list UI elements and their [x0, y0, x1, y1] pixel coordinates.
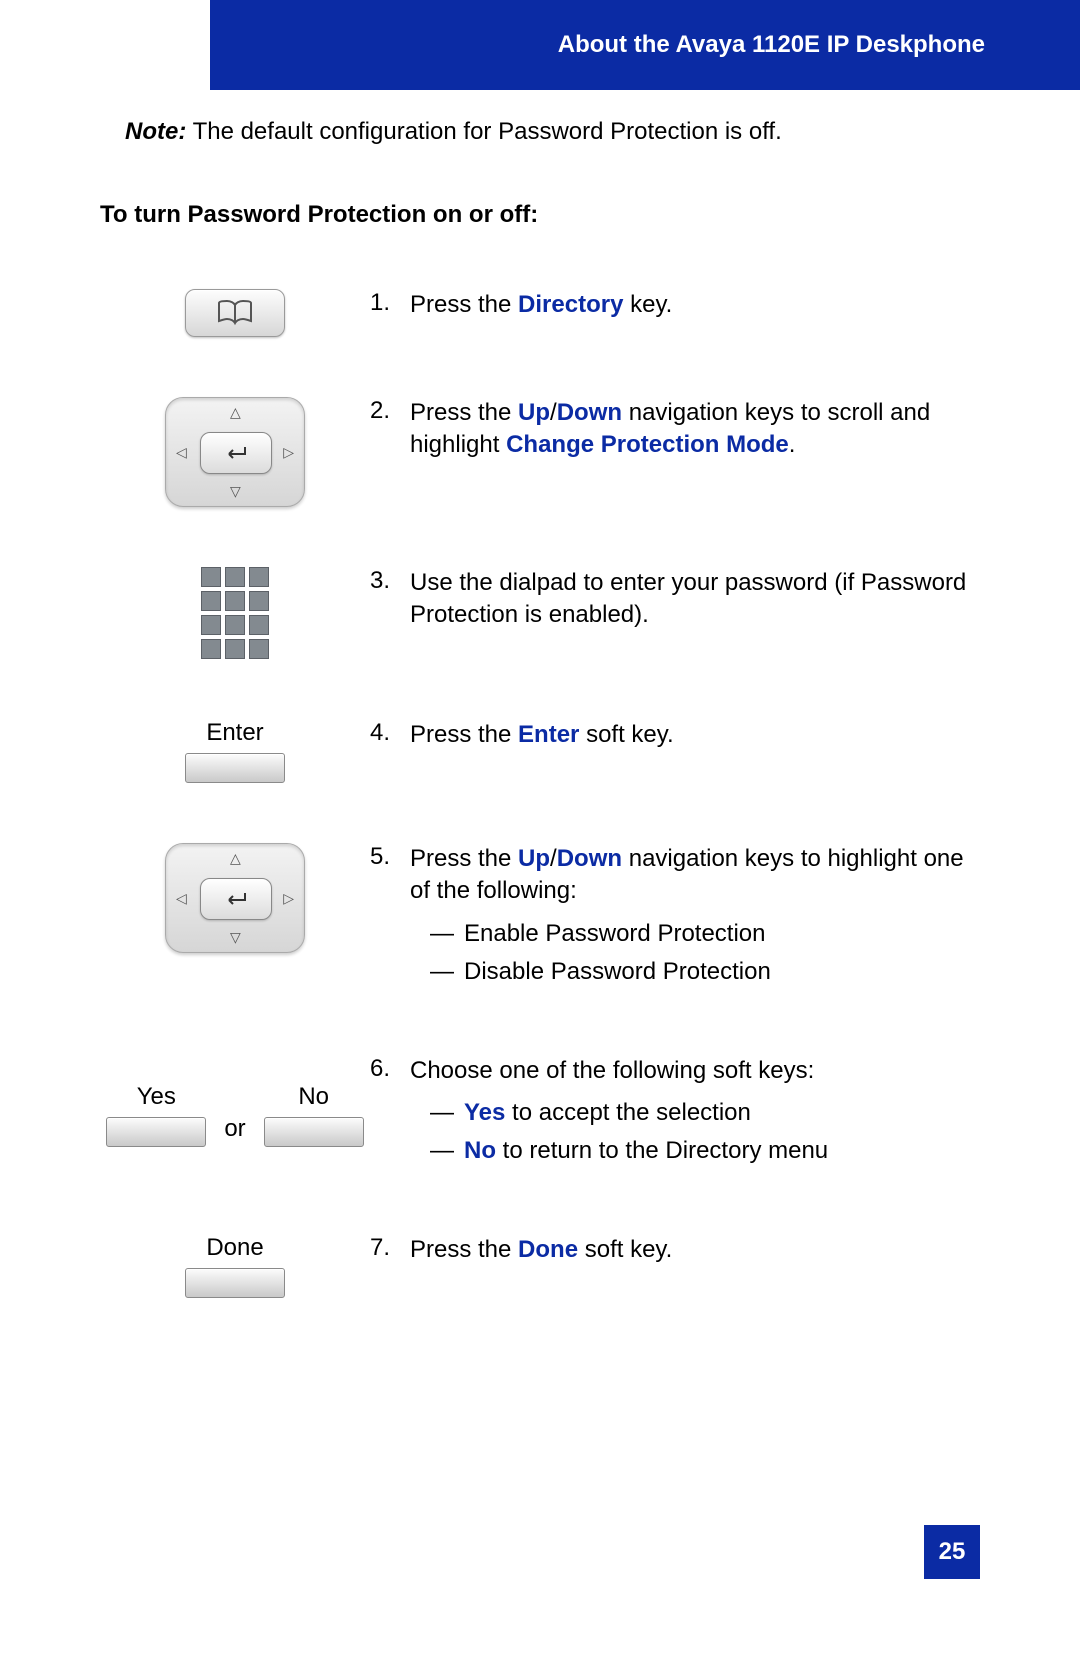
text-frag: to accept the selection	[505, 1099, 750, 1126]
text-frag: Press the	[410, 399, 518, 426]
keyword-enter: Enter	[518, 721, 579, 748]
steps-list: 1. Press the Directory key. △ ▽ ◁ ▷ 2.	[100, 289, 980, 1298]
or-text: or	[224, 1115, 245, 1147]
directory-key-icon	[185, 289, 285, 337]
step-7: Done 7. Press the Done soft key.	[100, 1234, 980, 1298]
keyword-no: No	[464, 1137, 496, 1164]
text-frag: /	[550, 845, 557, 872]
text-frag: /	[550, 399, 557, 426]
step-number: 3.	[370, 567, 410, 595]
step-1: 1. Press the Directory key.	[100, 289, 980, 337]
step-text: Press the Enter soft key.	[410, 719, 980, 751]
nav-pad-icon: △ ▽ ◁ ▷	[165, 843, 305, 953]
option-enable: —Enable Password Protection	[430, 918, 980, 950]
dash: —	[430, 918, 464, 950]
step-text: Choose one of the following soft keys: —…	[410, 1055, 980, 1174]
text-frag: soft key.	[579, 721, 673, 748]
keyword-down: Down	[557, 399, 622, 426]
softkey-button-icon	[185, 753, 285, 783]
nav-down-icon: ▽	[230, 929, 241, 946]
text-frag: Choose one of the following soft keys:	[410, 1057, 814, 1084]
nav-right-icon: ▷	[283, 890, 294, 907]
text-frag: to return to the Directory menu	[496, 1137, 828, 1164]
nav-enter-icon	[200, 878, 272, 920]
dash: —	[430, 1135, 464, 1167]
step-5: △ ▽ ◁ ▷ 5. Press the Up/Down navigation …	[100, 843, 980, 995]
nav-up-icon: △	[230, 404, 241, 421]
step-3: 3. Use the dialpad to enter your passwor…	[100, 567, 980, 659]
keyword-directory: Directory	[518, 291, 623, 318]
step-number: 1.	[370, 289, 410, 317]
text-frag: soft key.	[578, 1236, 672, 1263]
header-bar: About the Avaya 1120E IP Deskphone	[210, 0, 1080, 90]
text-frag: Press the	[410, 845, 518, 872]
option-disable: —Disable Password Protection	[430, 956, 980, 988]
dialpad-icon	[201, 567, 269, 659]
option-no: —No to return to the Directory menu	[430, 1135, 980, 1167]
nav-pad-icon: △ ▽ ◁ ▷	[165, 397, 305, 507]
step-number: 2.	[370, 397, 410, 425]
text-frag: Press the	[410, 721, 518, 748]
step-text: Press the Directory key.	[410, 289, 980, 321]
dash: —	[430, 1097, 464, 1129]
text-frag: Press the	[410, 291, 518, 318]
step-text: Press the Up/Down navigation keys to scr…	[410, 397, 980, 462]
step-6: Yes or No 6. Choose one of the following…	[100, 1055, 980, 1174]
keyword-up: Up	[518, 399, 550, 426]
section-heading: To turn Password Protection on or off:	[100, 201, 980, 229]
softkey-button-icon	[264, 1117, 364, 1147]
dash: —	[430, 956, 464, 988]
softkey-label: Yes	[137, 1083, 176, 1111]
nav-enter-icon	[200, 432, 272, 474]
page-title: About the Avaya 1120E IP Deskphone	[558, 31, 985, 59]
option-text: Disable Password Protection	[464, 958, 771, 985]
softkey-label: Enter	[206, 719, 263, 747]
note-line: Note: The default configuration for Pass…	[125, 118, 980, 146]
keyword-done: Done	[518, 1236, 578, 1263]
softkey-button-icon	[185, 1268, 285, 1298]
note-text: The default configuration for Password P…	[186, 118, 781, 145]
keyword-change-protection-mode: Change Protection Mode	[506, 431, 789, 458]
option-yes: —Yes to accept the selection	[430, 1097, 980, 1129]
text-frag: .	[789, 431, 796, 458]
softkey-done: Done	[185, 1234, 285, 1298]
nav-left-icon: ◁	[176, 444, 187, 461]
step-text: Press the Done soft key.	[410, 1234, 980, 1266]
step-number: 6.	[370, 1055, 410, 1083]
step-number: 7.	[370, 1234, 410, 1262]
keyword-down: Down	[557, 845, 622, 872]
step-text: Press the Up/Down navigation keys to hig…	[410, 843, 980, 995]
page-number: 25	[924, 1525, 980, 1579]
softkey-yes: Yes	[106, 1083, 206, 1147]
softkey-label: Done	[206, 1234, 263, 1262]
step-text: Use the dialpad to enter your password (…	[410, 567, 980, 632]
text-frag: key.	[623, 291, 672, 318]
softkey-enter: Enter	[185, 719, 285, 783]
softkey-button-icon	[106, 1117, 206, 1147]
step-2: △ ▽ ◁ ▷ 2. Press the Up/Down navigation …	[100, 397, 980, 507]
softkey-label: No	[298, 1083, 329, 1111]
step-number: 4.	[370, 719, 410, 747]
nav-down-icon: ▽	[230, 483, 241, 500]
nav-up-icon: △	[230, 850, 241, 867]
yes-no-softkeys: Yes or No	[106, 1083, 363, 1147]
step-4: Enter 4. Press the Enter soft key.	[100, 719, 980, 783]
content-area: Note: The default configuration for Pass…	[100, 110, 980, 1358]
keyword-yes: Yes	[464, 1099, 505, 1126]
option-text: Enable Password Protection	[464, 920, 766, 947]
nav-left-icon: ◁	[176, 890, 187, 907]
note-label: Note:	[125, 118, 186, 145]
softkey-no: No	[264, 1083, 364, 1147]
step-number: 5.	[370, 843, 410, 871]
nav-right-icon: ▷	[283, 444, 294, 461]
keyword-up: Up	[518, 845, 550, 872]
text-frag: Press the	[410, 1236, 518, 1263]
